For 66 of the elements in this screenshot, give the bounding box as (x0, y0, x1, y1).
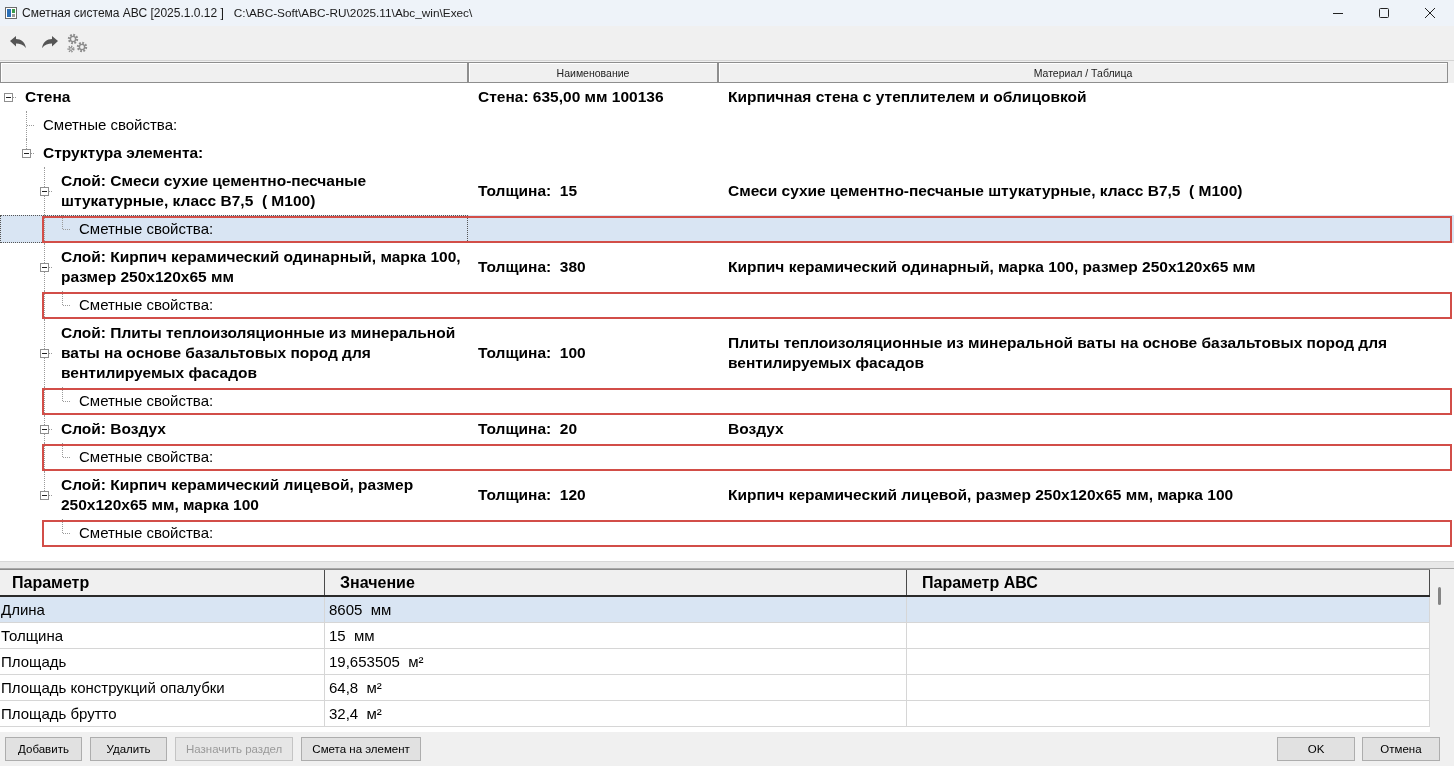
parameter-row[interactable]: Толщина 15 мм (0, 623, 1430, 649)
redo-icon[interactable] (42, 36, 58, 50)
parameter-row[interactable]: Площадь брутто 32,4 м² (0, 701, 1430, 727)
tree-node-label[interactable]: Сметные свойства: (79, 391, 214, 411)
parameter-value: 15 мм (329, 627, 375, 644)
parameter-row[interactable]: Площадь 19,653505 м² (0, 649, 1430, 675)
node-name-text: Толщина: 120 (478, 485, 586, 505)
scrollbar-thumb[interactable] (1438, 587, 1441, 605)
action-button[interactable]: Удалить (90, 737, 167, 761)
material-text: Кирпич керамический одинарный, марка 100, размер 250х120х65 мм (728, 257, 1256, 277)
column-header[interactable]: Параметр АВС (907, 570, 1430, 595)
tree-node-label[interactable]: Стена (25, 87, 71, 107)
minus-box-icon[interactable] (40, 262, 49, 272)
column-header[interactable]: Значение (325, 570, 907, 595)
tree-node-label[interactable]: Сметные свойства: (79, 295, 214, 315)
parameter-value: 8605 мм (329, 601, 392, 618)
node-name-text: Толщина: 380 (478, 257, 586, 277)
parameter-value: 64,8 м² (329, 679, 382, 696)
parameter-name: Длина (1, 601, 45, 618)
close-icon[interactable] (1425, 8, 1435, 18)
minus-box-icon[interactable] (22, 148, 31, 158)
node-name-text: Толщина: 15 (478, 181, 578, 201)
minus-box-icon[interactable] (40, 490, 49, 500)
tree-node-label[interactable]: Слой: Смеси сухие цементно-песчаные штукатурные, класс В7,5 ( М100) (61, 171, 468, 211)
tree-node-label[interactable]: Слой: Плиты теплоизоляционные из минеральной ваты на основе базальтовых пород для вентилируемых фасадов (61, 323, 468, 383)
node-name-text: Толщина: 20 (478, 419, 578, 439)
parameter-row[interactable]: Длина 8605 мм (0, 597, 1430, 623)
tree-node-label[interactable]: Сметные свойства: (79, 447, 214, 467)
dialog-button[interactable]: Отмена (1362, 737, 1440, 761)
node-name-text: Толщина: 100 (478, 343, 586, 363)
tree-node-label[interactable]: Слой: Кирпич керамический одинарный, марка 100, размер 250х120х65 мм (61, 247, 468, 287)
tree-node-label[interactable]: Сметные свойства: (79, 523, 214, 543)
tree-node-label[interactable]: Слой: Воздух (61, 419, 166, 439)
undo-icon[interactable] (10, 36, 26, 50)
minus-box-icon[interactable] (40, 348, 49, 358)
material-text: Смеси сухие цементно-песчаные штукатурные, класс В7,5 ( М100) (728, 181, 1243, 201)
column-header[interactable]: Материал / Таблица (718, 62, 1448, 83)
node-name-text: Стена: 635,00 мм 100136 (478, 87, 664, 107)
material-text: Воздух (728, 419, 784, 439)
parameter-name: Площадь (1, 653, 67, 670)
parameter-name: Площадь конструкций опалубки (1, 679, 225, 696)
tree-node-label[interactable]: Слой: Кирпич керамический лицевой, размер 250х120х65 мм, марка 100 (61, 475, 468, 515)
action-button[interactable]: Смета на элемент (301, 737, 421, 761)
column-header[interactable]: Наименование (468, 62, 718, 83)
parameter-name: Толщина (1, 627, 64, 644)
action-button[interactable]: Добавить (5, 737, 82, 761)
parameter-name: Площадь брутто (1, 705, 117, 722)
maximize-icon[interactable] (1379, 8, 1389, 18)
minus-box-icon[interactable] (40, 424, 49, 434)
material-text: Кирпичная стена с утеплителем и облицовкой (728, 87, 1087, 107)
window-title: Сметная система АВС [2025.1.0.12 ] (22, 6, 224, 20)
material-text: Кирпич керамический лицевой, размер 250х120х65 мм, марка 100 (728, 485, 1234, 505)
column-header[interactable] (0, 62, 468, 83)
tree-node-label[interactable]: Сметные свойства: (43, 115, 178, 135)
parameter-value: 19,653505 м² (329, 653, 424, 670)
minus-box-icon[interactable] (4, 92, 13, 102)
tree-node-label[interactable]: Структура элемента: (43, 143, 204, 163)
window-path: C:\ABC-Soft\ABC-RU\2025.11\Abc_win\Exec\ (233, 6, 473, 20)
parameter-row[interactable]: Площадь конструкций опалубки 64,8 м² (0, 675, 1430, 701)
column-header[interactable]: Параметр (0, 570, 325, 595)
parameter-value: 32,4 м² (329, 705, 382, 722)
app-icon (5, 7, 17, 19)
dialog-button[interactable]: OK (1277, 737, 1355, 761)
minus-box-icon[interactable] (40, 186, 49, 196)
material-text: Плиты теплоизоляционные из минеральной ваты на основе базальтовых пород для вентилируемых фасадов (728, 333, 1389, 373)
gears-icon[interactable] (66, 33, 88, 53)
